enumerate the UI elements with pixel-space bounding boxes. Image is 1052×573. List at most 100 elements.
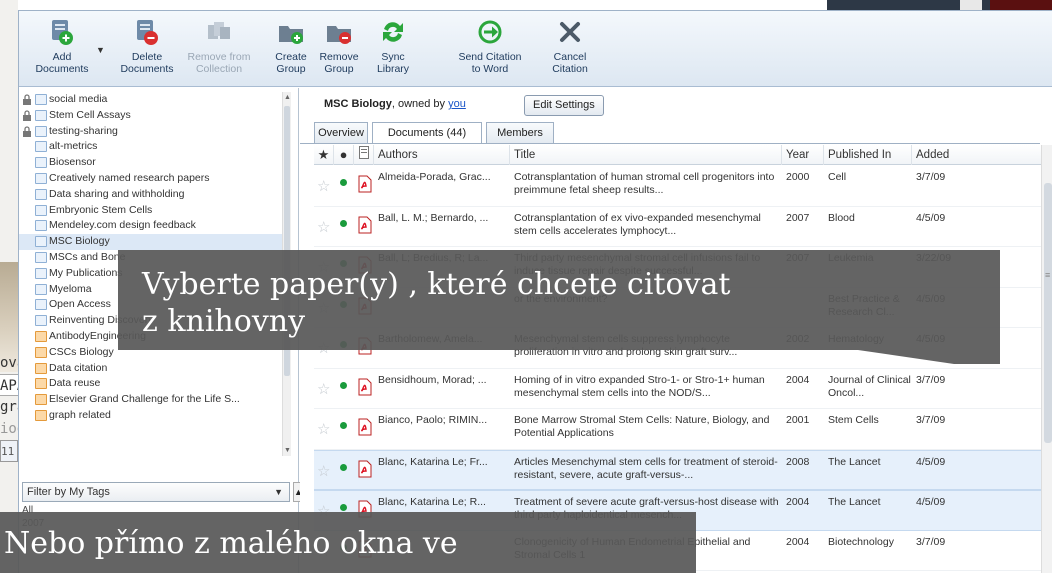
cancel-citation-button[interactable]: Cancel Citation	[545, 17, 595, 85]
cell-added: 4/5/09	[916, 496, 946, 508]
chevron-down-icon: ▼	[274, 487, 283, 497]
star-icon[interactable]: ☆	[317, 420, 330, 438]
cell-added: 4/5/09	[916, 455, 946, 468]
add-documents-button[interactable]: Add Documents	[33, 17, 91, 85]
pdf-icon[interactable]	[358, 216, 372, 234]
pdf-icon[interactable]	[358, 378, 372, 396]
background-taskbar	[827, 0, 1052, 10]
star-icon[interactable]: ☆	[317, 177, 330, 195]
column-added[interactable]: Added	[912, 145, 1043, 165]
tree-item-alt-metrics[interactable]: alt-metrics	[19, 139, 291, 155]
remove-from-collection-button[interactable]: Remove from Collection	[183, 17, 255, 85]
cell-authors: Bianco, Paolo; RIMIN...	[378, 414, 488, 426]
cell-year: 2004	[786, 535, 810, 548]
group-owner-link[interactable]: you	[448, 98, 466, 110]
folder-icon	[35, 409, 47, 421]
tree-item-graph-related[interactable]: graph related	[19, 408, 291, 424]
folder-icon	[35, 125, 47, 137]
tab-documents[interactable]: Documents (44)	[372, 122, 482, 144]
callout-text: Vyberte paper(y) , které chcete citovat …	[142, 266, 902, 340]
add-documents-dropdown[interactable]: ▼	[93, 17, 107, 85]
column-title[interactable]: Title	[510, 145, 782, 165]
tree-item-biosensor[interactable]: Biosensor	[19, 155, 291, 171]
column-year[interactable]: Year	[782, 145, 824, 165]
send-citation-button[interactable]: Send Citation to Word	[451, 17, 529, 85]
tree-item-label: Data reuse	[49, 377, 101, 390]
cell-year: 2000	[786, 171, 810, 183]
pdf-icon[interactable]	[358, 175, 372, 193]
cell-year: 2007	[786, 252, 810, 264]
tree-item-label: Biosensor	[49, 156, 96, 169]
scroll-down-icon[interactable]: ▼	[283, 447, 291, 454]
scrollbar-thumb[interactable]	[1044, 183, 1052, 443]
tree-item-label: Embryonic Stem Cells	[49, 203, 153, 216]
scroll-up-icon[interactable]: ▲	[283, 94, 291, 101]
star-icon[interactable]: ☆	[317, 339, 330, 357]
remove-group-label: Remove Group	[319, 51, 359, 75]
star-icon[interactable]: ☆	[317, 218, 330, 236]
read-status-column-icon[interactable]: ●	[334, 145, 354, 165]
sync-library-button[interactable]: Sync Library	[371, 17, 415, 85]
table-row[interactable]: ☆ Almeida-Porada, Grac... Cotransplantatio…	[314, 166, 1043, 207]
folder-icon	[35, 109, 47, 121]
table-row[interactable]: ☆ Ball, L. M.; Bernardo, ... Cotransplanta…	[314, 207, 1043, 247]
tree-item-mscs-and-bone[interactable]: MSCs and Bone	[19, 250, 291, 266]
table-row[interactable]: ☆ Bianco, Paolo; RIMIN... Bone Marrow Stro…	[314, 409, 1043, 450]
cell-year: 2004	[786, 373, 810, 386]
tree-item-elsevier-challenge[interactable]: Elsevier Grand Challenge for the Life S.…	[19, 392, 291, 408]
favorite-column-star-icon[interactable]: ★	[314, 145, 334, 165]
tree-item-data-reuse[interactable]: Data reuse	[19, 376, 291, 392]
cell-published-in: The Lancet	[828, 455, 881, 468]
background-word-panel: ova APA gra iog 11	[0, 352, 18, 462]
read-status-icon	[340, 219, 347, 227]
cell-added: 3/7/09	[916, 535, 946, 548]
star-icon[interactable]: ☆	[317, 462, 330, 480]
column-authors[interactable]: Authors	[374, 145, 510, 165]
tree-item-stem-cell-assays[interactable]: Stem Cell Assays	[19, 108, 291, 124]
delete-document-icon	[137, 20, 158, 45]
tree-item-social-media[interactable]: social media	[19, 92, 291, 108]
tree-item-creatively-named[interactable]: Creatively named research papers	[19, 171, 291, 187]
cell-published-in: Journal of Clinical Oncol...	[828, 373, 911, 399]
tree-item-msc-biology[interactable]: MSC Biology	[19, 234, 291, 250]
remove-group-icon	[327, 26, 351, 44]
cell-year: 2001	[786, 414, 810, 426]
pdf-icon[interactable]	[358, 460, 372, 478]
background-text: ova	[0, 355, 18, 371]
tree-item-design-feedback[interactable]: Mendeley.com design feedback	[19, 218, 291, 234]
toolbar: Add Documents ▼ Delete Documents Remove …	[19, 11, 1052, 87]
tree-item-data-citation[interactable]: Data citation	[19, 361, 291, 377]
folder-icon	[35, 299, 47, 311]
file-column-icon[interactable]	[354, 145, 374, 165]
tab-overview[interactable]: Overview	[314, 122, 368, 143]
tree-item-embryonic-stem-cells[interactable]: Embryonic Stem Cells	[19, 203, 291, 219]
star-icon[interactable]: ☆	[317, 380, 330, 398]
edit-settings-button[interactable]: Edit Settings	[524, 95, 604, 116]
tree-item-testing-sharing[interactable]: testing-sharing	[19, 124, 291, 140]
table-row[interactable]: ☆ Blanc, Katarina Le; Fr... Articles Mesen…	[314, 449, 1043, 490]
cell-year: 2008	[786, 455, 810, 468]
column-published-in[interactable]: Published In	[824, 145, 912, 165]
folder-icon	[35, 315, 47, 327]
tree-item-cscs-biology[interactable]: CSCs Biology	[19, 345, 291, 361]
remove-group-button[interactable]: Remove Group	[317, 17, 361, 85]
tree-item-label: graph related	[49, 408, 111, 421]
pdf-icon[interactable]	[358, 418, 372, 436]
cell-authors: Ball, L; Bredius, R; La...	[378, 252, 489, 264]
cell-title: Homing of in vitro expanded Stro-1- or S…	[514, 373, 765, 399]
cell-added: 4/5/09	[916, 211, 946, 224]
tree-item-data-sharing[interactable]: Data sharing and withholding	[19, 187, 291, 203]
folder-icon	[35, 346, 47, 358]
sync-library-label: Sync Library	[376, 51, 410, 75]
folder-icon	[35, 330, 47, 342]
tag-filter-select[interactable]: Filter by My Tags ▼	[22, 482, 290, 502]
create-group-button[interactable]: Create Group	[271, 17, 311, 85]
tab-members[interactable]: Members	[486, 122, 554, 143]
delete-documents-button[interactable]: Delete Documents	[115, 17, 179, 85]
table-row[interactable]: ☆ Bensidhoum, Morad; ... Homing of in vitr…	[314, 369, 1043, 409]
documents-scrollbar[interactable]: ≡	[1041, 145, 1052, 573]
cell-title: Cotransplantation of human stromal cell …	[514, 171, 775, 196]
tab-divider	[300, 143, 1040, 144]
cell-published-in: Stem Cells	[828, 414, 879, 426]
folder-icon	[35, 283, 47, 295]
